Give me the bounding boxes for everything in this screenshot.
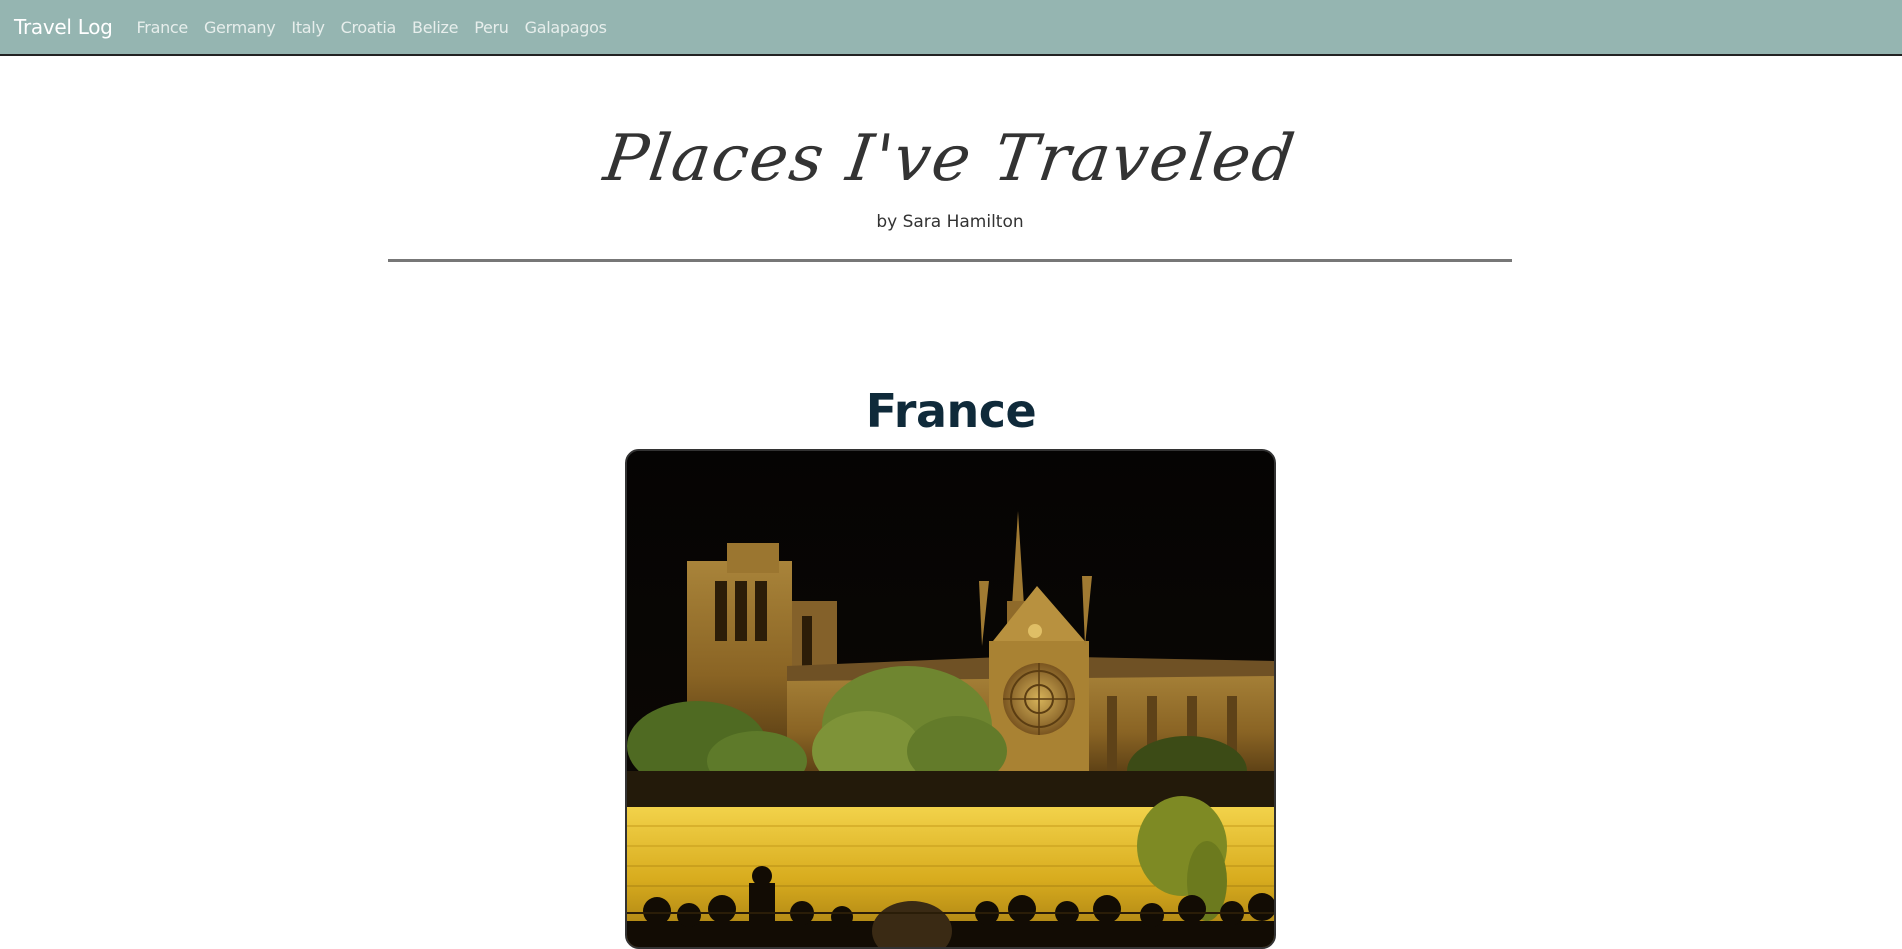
nav-link-belize[interactable]: Belize (412, 18, 458, 37)
page-title: Places I've Traveled (599, 122, 1301, 196)
nav-link-croatia[interactable]: Croatia (341, 18, 397, 37)
nav-link-peru[interactable]: Peru (474, 18, 509, 37)
nav-link-france[interactable]: France (137, 18, 189, 37)
nav-links: France Germany Italy Croatia Belize Peru… (137, 18, 623, 37)
section-title-france: France (865, 384, 1037, 438)
nav-link-germany[interactable]: Germany (204, 18, 276, 37)
notre-dame-night-image (627, 451, 1274, 947)
nav-link-galapagos[interactable]: Galapagos (525, 18, 607, 37)
top-navbar: Travel Log France Germany Italy Croatia … (0, 0, 1902, 56)
nav-link-italy[interactable]: Italy (291, 18, 325, 37)
page-header: Places I've Traveled by Sara Hamilton (388, 56, 1512, 262)
france-photo (625, 449, 1276, 949)
author-byline: by Sara Hamilton (876, 212, 1024, 232)
brand-link[interactable]: Travel Log (14, 15, 113, 39)
